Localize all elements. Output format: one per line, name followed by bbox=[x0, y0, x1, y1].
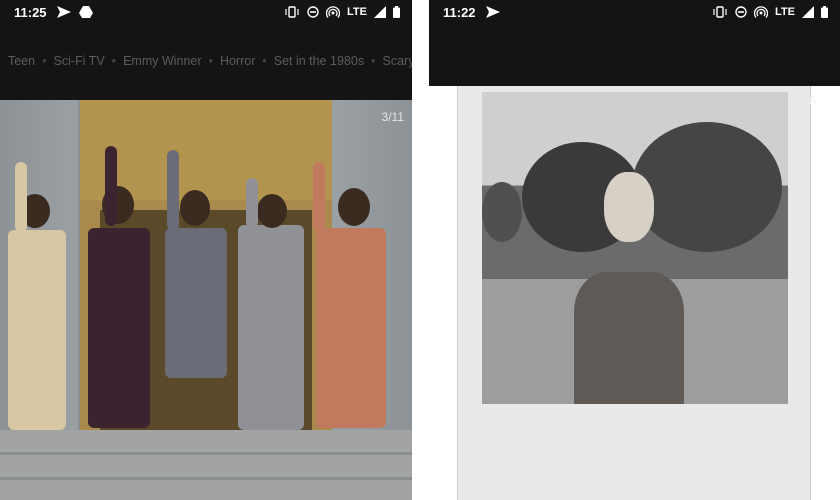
status-bar: 11:22 LTE bbox=[429, 0, 840, 24]
genre-tag-list: Teen • Sci-Fi TV • Emmy Winner • Horror • Se… bbox=[8, 54, 412, 68]
woman-figure bbox=[574, 166, 684, 404]
image-counter: 8 bbox=[809, 94, 816, 108]
network-type: LTE bbox=[775, 6, 795, 18]
hotspot-icon bbox=[326, 6, 341, 18]
tag-item[interactable]: Sci-Fi TV bbox=[54, 54, 105, 68]
tag-item[interactable]: Emmy Winner bbox=[123, 54, 201, 68]
polaroid-photo bbox=[482, 92, 788, 404]
network-type: LTE bbox=[347, 6, 367, 18]
app-header bbox=[429, 24, 840, 86]
person-figure bbox=[316, 228, 386, 428]
gallery-image[interactable] bbox=[0, 100, 412, 500]
battery-icon bbox=[821, 6, 828, 18]
status-time: 11:25 bbox=[14, 4, 47, 20]
hotspot-icon bbox=[754, 6, 769, 18]
right-phone-screen: 11:22 LTE 8 bbox=[429, 0, 840, 500]
drive-icon bbox=[78, 6, 93, 18]
person-figure bbox=[238, 225, 304, 430]
tag-item[interactable]: Scary bbox=[383, 54, 413, 68]
battery-icon bbox=[393, 6, 400, 18]
tag-item[interactable]: Horror bbox=[220, 54, 255, 68]
tag-item[interactable]: Set in the 1980s bbox=[274, 54, 364, 68]
vibrate-icon bbox=[284, 6, 300, 18]
signal-icon bbox=[802, 6, 814, 18]
gallery-image[interactable] bbox=[457, 86, 811, 500]
signal-icon bbox=[374, 6, 386, 18]
status-bar: 11:25 LTE bbox=[0, 0, 412, 24]
person-figure bbox=[8, 230, 66, 430]
person-figure bbox=[88, 228, 150, 428]
send-icon bbox=[56, 6, 71, 18]
app-header: Teen • Sci-Fi TV • Emmy Winner • Horror • Se… bbox=[0, 24, 412, 100]
tag-item[interactable]: Teen bbox=[8, 54, 35, 68]
do-not-disturb-icon bbox=[735, 6, 747, 18]
status-time: 11:22 bbox=[443, 4, 476, 20]
send-icon bbox=[485, 6, 500, 18]
image-counter: 3/11 bbox=[381, 110, 404, 124]
person-figure bbox=[165, 228, 227, 378]
do-not-disturb-icon bbox=[307, 6, 319, 18]
vibrate-icon bbox=[712, 6, 728, 18]
left-phone-screen: 11:25 LTE Teen • Sci-Fi TV • Emmy Winner… bbox=[0, 0, 412, 500]
